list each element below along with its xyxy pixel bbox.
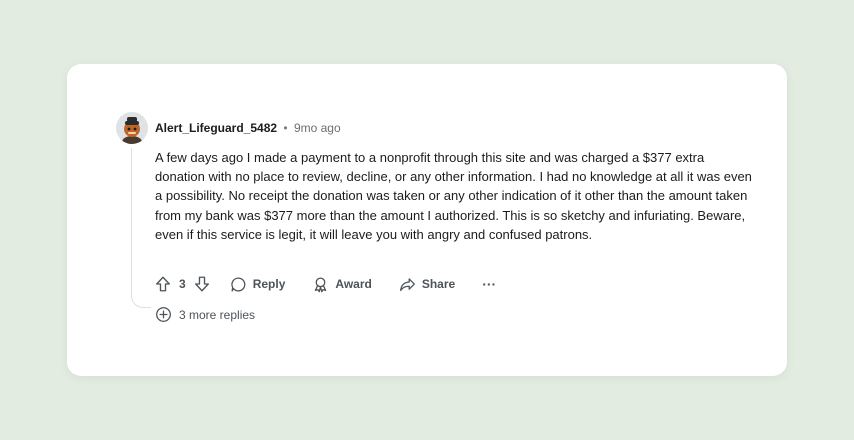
share-button[interactable]: Share <box>399 276 455 293</box>
share-label: Share <box>421 277 456 291</box>
username-link[interactable]: Alert_Lifeguard_5482 <box>155 121 277 135</box>
comment-meta: Alert_Lifeguard_5482 • 9mo ago <box>155 121 341 135</box>
downvote-icon <box>194 276 209 292</box>
avatar[interactable] <box>116 112 148 144</box>
timestamp[interactable]: 9mo ago <box>294 121 341 135</box>
reply-icon <box>231 276 246 292</box>
expand-plus-icon <box>156 307 171 322</box>
award-button[interactable]: Award <box>312 276 372 293</box>
award-label: Award <box>335 277 372 291</box>
downvote-button[interactable] <box>193 275 211 293</box>
thread-line <box>131 148 132 298</box>
more-icon: ··· <box>482 276 497 292</box>
upvote-icon <box>156 276 170 292</box>
upvote-button[interactable] <box>154 275 172 293</box>
share-icon <box>399 277 415 291</box>
avatar-icon <box>116 112 148 144</box>
thread-connector <box>131 290 151 308</box>
more-options-button[interactable]: ··· <box>482 276 496 292</box>
more-replies-label: 3 more replies <box>179 307 256 322</box>
meta-separator: • <box>283 121 288 135</box>
reply-button[interactable]: Reply <box>230 276 286 293</box>
action-bar: 3 Reply Award Share ··· <box>154 273 496 295</box>
award-icon <box>315 276 327 292</box>
vote-count: 3 <box>179 277 186 291</box>
more-replies-button[interactable]: 3 more replies <box>155 306 255 323</box>
comment-body: A few days ago I made a payment to a non… <box>155 150 752 242</box>
reply-label: Reply <box>252 277 286 291</box>
comment-card: Alert_Lifeguard_5482 • 9mo ago A few day… <box>67 64 787 376</box>
